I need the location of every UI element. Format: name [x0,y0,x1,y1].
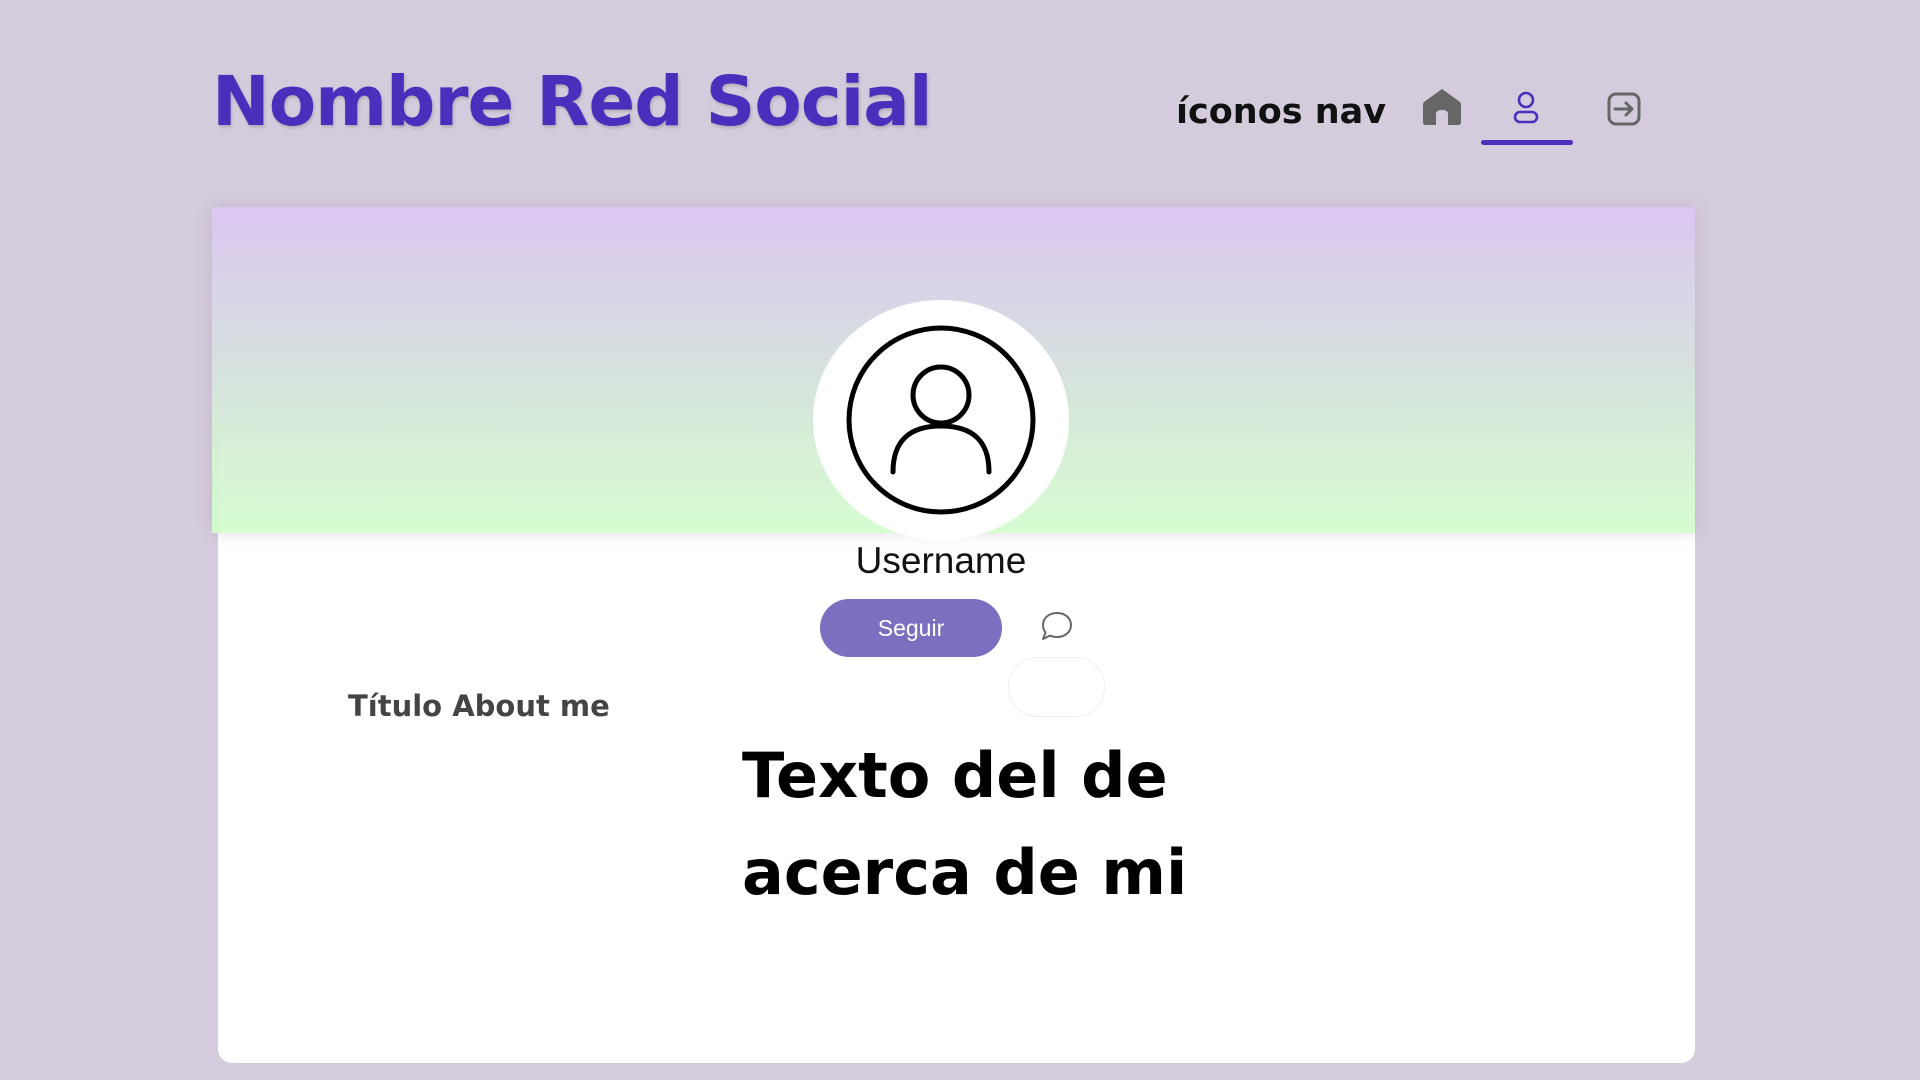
nav-logout-button[interactable] [1594,79,1654,139]
message-button[interactable] [1036,606,1076,646]
follow-button[interactable]: Seguir [820,599,1002,657]
about-text: Texto del de acerca de mi [742,739,1188,909]
nav-profile-button[interactable] [1496,78,1556,138]
avatar [813,300,1069,540]
user-avatar-icon [846,325,1036,515]
chat-bubble-icon [1042,612,1072,640]
username: Username [855,540,1027,581]
nav-home-button[interactable] [1412,77,1472,137]
nav-label: íconos nav [1176,92,1387,132]
brand-title: Nombre Red Social [212,62,932,142]
logout-icon [1607,92,1641,126]
profile-icon [1513,91,1539,124]
secondary-button[interactable] [1008,657,1105,717]
about-title: Título About me [348,689,610,723]
nav-active-indicator [1481,140,1573,145]
home-icon [1423,89,1461,125]
profile-page: Nombre Red Social íconos nav Username Se… [0,0,1920,1080]
